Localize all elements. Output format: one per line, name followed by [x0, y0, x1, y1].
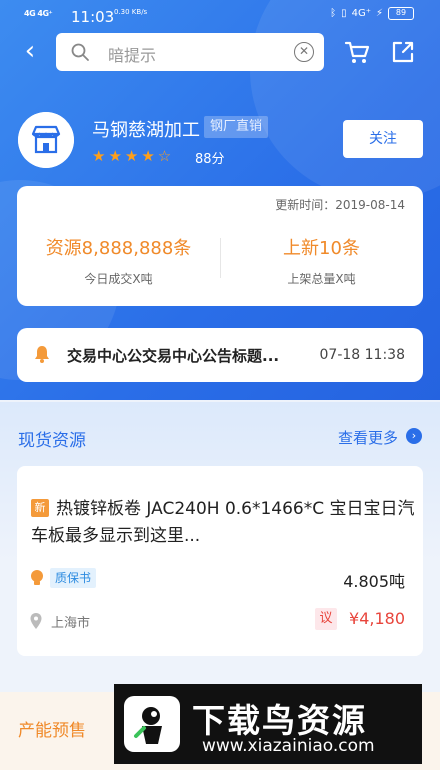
status-icons: ᛒ ▯ 4G⁺ ⚡ 89: [330, 7, 414, 20]
notice-text: 交易中心公交易中心公告标题...: [67, 347, 280, 365]
follow-button[interactable]: 关注: [343, 120, 423, 158]
search-icon: [71, 43, 89, 61]
signal-indicator: 4G 4G⁺: [24, 9, 53, 18]
status-bar: 4G 4G⁺ 11:03 0.30 KB/s ᛒ ▯ 4G⁺ ⚡ 89: [0, 0, 440, 32]
shop-name: 马钢慈湖加工: [92, 120, 200, 141]
network-type: 4G⁺: [351, 8, 371, 19]
stats-card: 更新时间：2019-08-14 资源8,888,888条 今日成交X吨 上新10…: [17, 186, 423, 306]
search-input[interactable]: 暗提示: [108, 42, 156, 66]
resources-value: 资源8,888,888条: [45, 238, 192, 259]
new-value: 上新10条: [283, 238, 360, 259]
notice-bar[interactable]: 交易中心公交易中心公告标题... 07-18 11:38: [17, 328, 423, 382]
back-arrow-icon[interactable]: ‹: [14, 34, 46, 70]
navbar: ‹ 暗提示 ✕: [0, 32, 440, 72]
clock: 11:03: [71, 8, 115, 26]
bell-icon: [35, 346, 49, 363]
watermark-url: www.xiazainiao.com: [202, 736, 375, 756]
new-stat[interactable]: 上新10条 上架总量X吨: [220, 234, 423, 287]
product-weight: 4.805吨: [343, 572, 405, 591]
lightbulb-icon: [31, 570, 43, 585]
share-icon[interactable]: [389, 38, 417, 66]
clear-icon[interactable]: ✕: [294, 42, 314, 62]
see-more-link[interactable]: 查看更多: [338, 427, 398, 448]
vibrate-icon: ▯: [341, 8, 347, 19]
chevron-right-icon[interactable]: ›: [406, 428, 422, 444]
shop-logo-icon: [18, 112, 74, 168]
product-title: 热镀锌板卷 JAC240H 0.6*1466*C 宝日宝日汽车板最多显示到这里.…: [31, 499, 415, 546]
quality-badge: 质保书: [50, 568, 97, 588]
bird-logo-icon: [124, 696, 180, 752]
rating-score: 88分: [195, 152, 225, 167]
battery-icon: 89: [388, 7, 414, 20]
notice-date: 07-18 11:38: [319, 347, 405, 363]
shop-tag: 钢厂直销: [204, 116, 269, 138]
presale-title: 产能预售: [18, 721, 86, 741]
section-title: 现货资源: [18, 431, 86, 451]
product-location: 上海市: [51, 616, 91, 631]
cart-icon[interactable]: [343, 38, 371, 66]
negotiable-badge: 议: [315, 608, 337, 630]
watermark-title: 下载鸟资源: [192, 701, 367, 740]
search-box[interactable]: 暗提示 ✕: [56, 33, 324, 71]
star-rating: ★★★★☆: [92, 147, 175, 165]
update-time: 更新时间：2019-08-14: [275, 198, 405, 212]
product-price: ¥4,180: [349, 609, 405, 628]
shop-header: 马钢慈湖加工 钢厂直销 ★★★★☆ 88分 关注: [0, 100, 440, 180]
resources-sub: 今日成交X吨: [84, 272, 153, 286]
charging-icon: ⚡: [375, 8, 383, 19]
location-pin-icon: [30, 613, 42, 629]
bluetooth-icon: ᛒ: [330, 8, 337, 19]
new-sub: 上架总量X吨: [287, 272, 356, 286]
watermark-banner: 下载鸟资源 www.xiazainiao.com: [114, 684, 422, 764]
product-card[interactable]: 新 热镀锌板卷 JAC240H 0.6*1466*C 宝日宝日汽车板最多显示到这…: [17, 466, 423, 656]
resources-stat[interactable]: 资源8,888,888条 今日成交X吨: [17, 234, 220, 287]
network-speed: 0.30 KB/s: [114, 8, 148, 16]
